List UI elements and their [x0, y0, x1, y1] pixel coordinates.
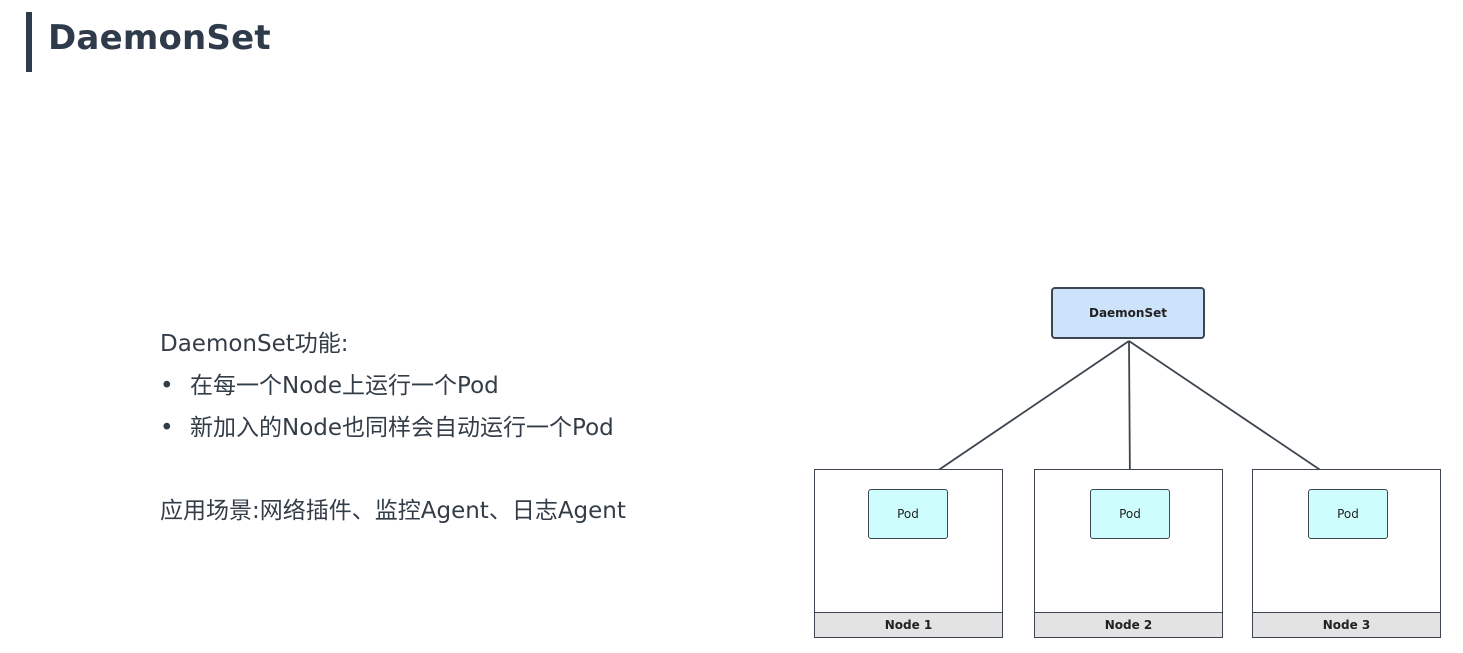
node-box-1: Pod Node 1 — [814, 469, 1003, 638]
node-label: Node 2 — [1035, 612, 1222, 637]
arrow-to-node-1 — [911, 340, 1130, 489]
node-box-3: Pod Node 3 — [1252, 469, 1441, 638]
diagram-arrows — [911, 340, 1348, 489]
pod-box: Pod — [868, 489, 948, 539]
arrow-to-node-2 — [1124, 340, 1135, 489]
arrow-to-node-3 — [1128, 340, 1348, 489]
pod-box: Pod — [1090, 489, 1170, 539]
node-box-2: Pod Node 2 — [1034, 469, 1223, 638]
daemonset-controller-box: DaemonSet — [1051, 287, 1205, 339]
node-label: Node 1 — [815, 612, 1002, 637]
node-label: Node 3 — [1253, 612, 1440, 637]
pod-box: Pod — [1308, 489, 1388, 539]
